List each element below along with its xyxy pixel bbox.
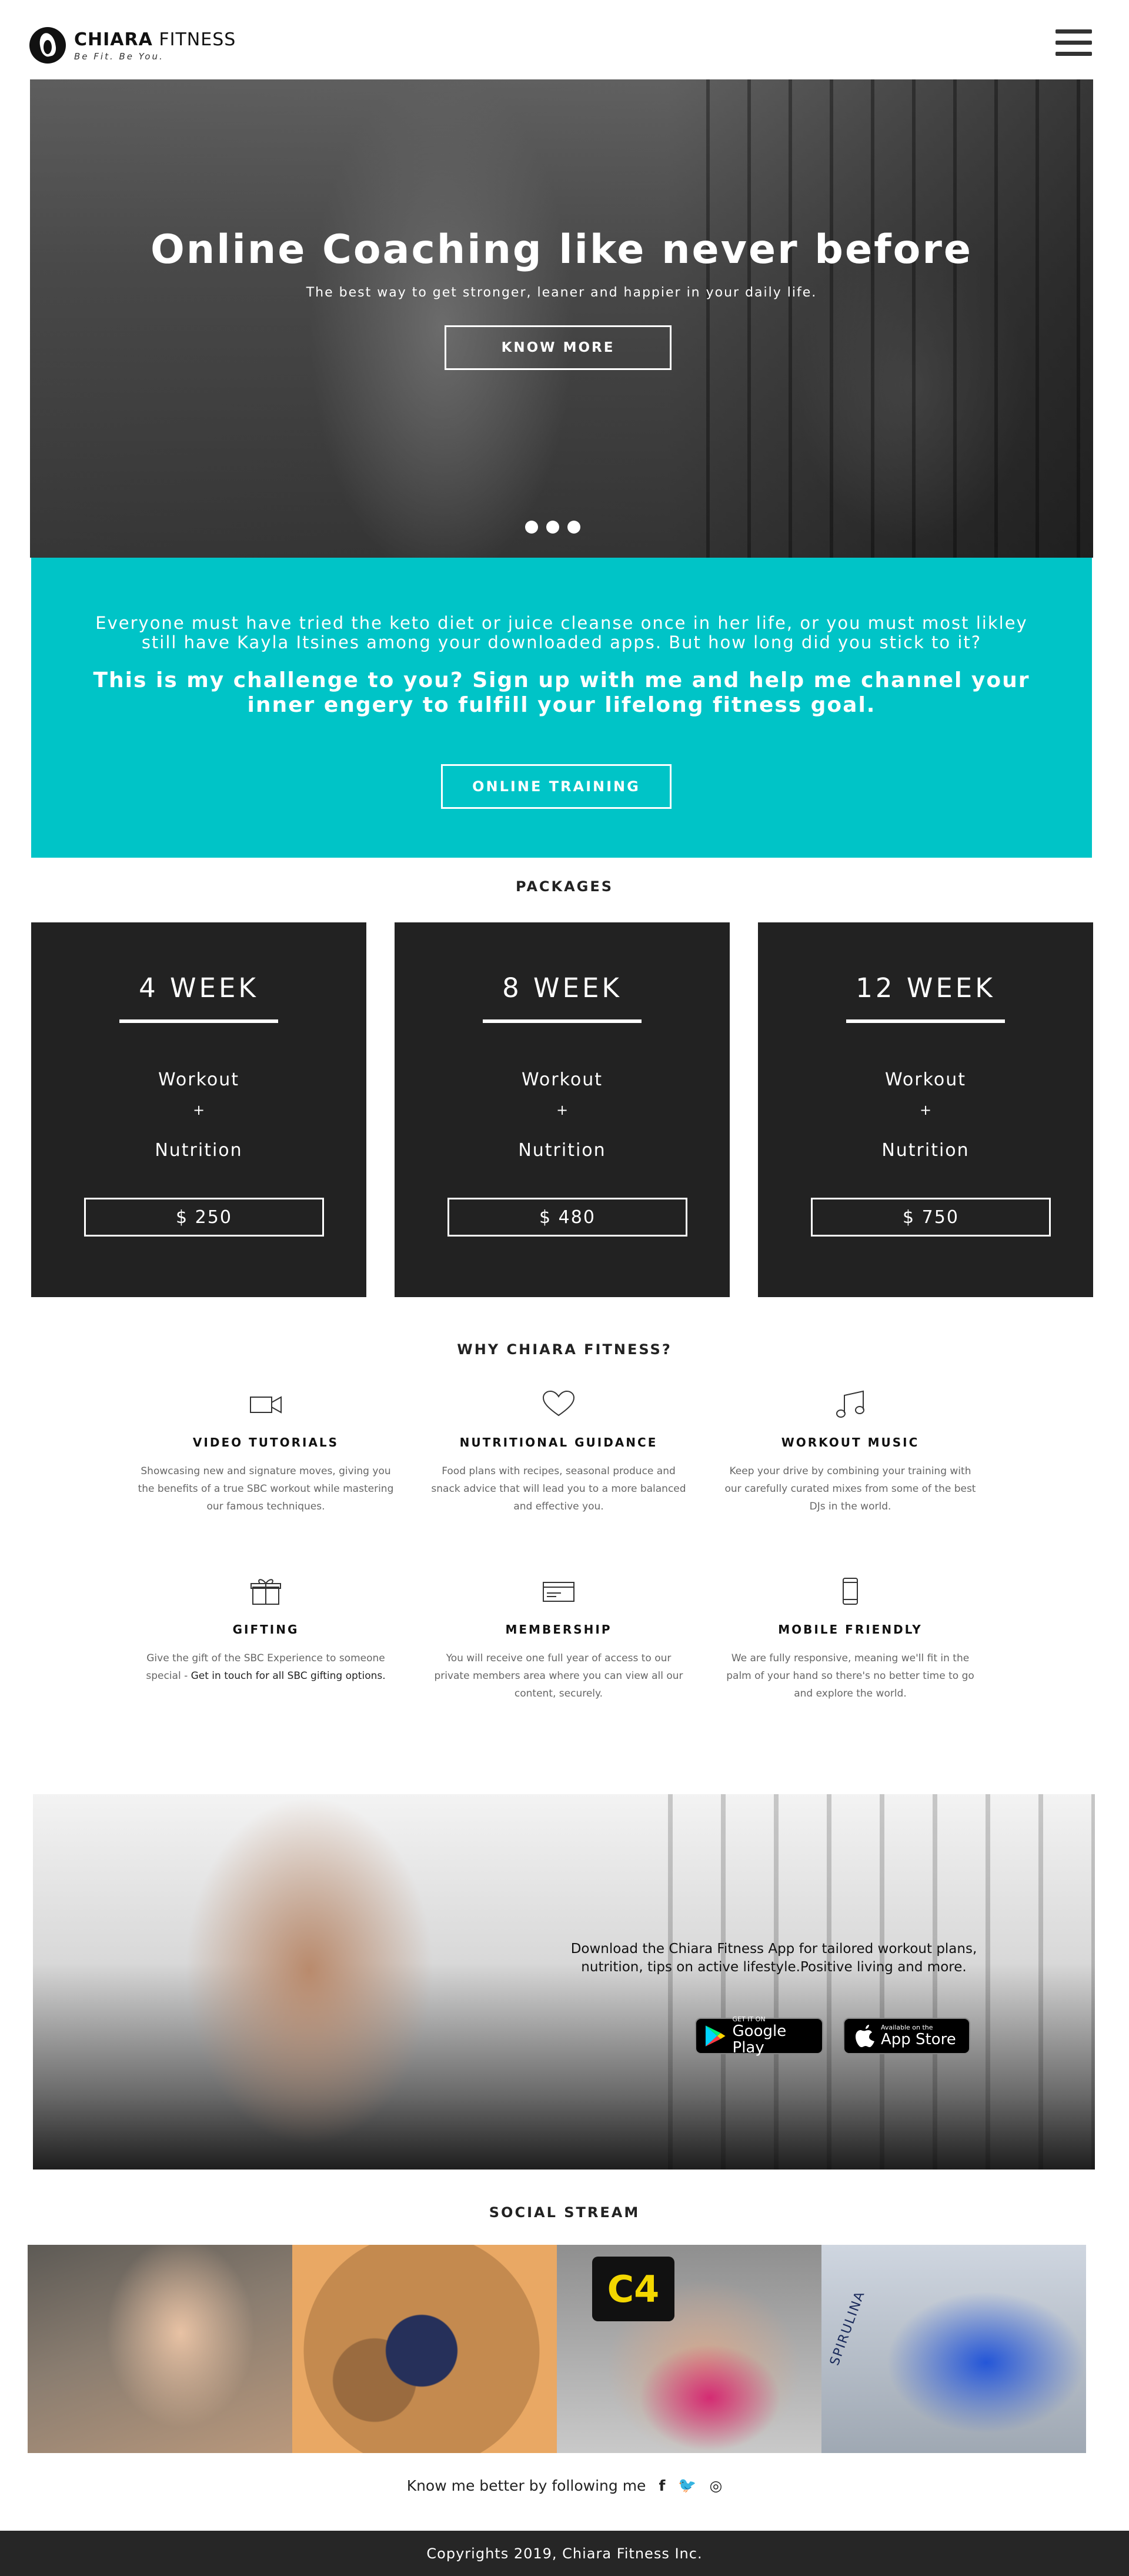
app-store-big: App Store bbox=[881, 2031, 956, 2048]
google-play-big: Google Play bbox=[732, 2022, 787, 2057]
package-price-button[interactable]: $ 250 bbox=[84, 1198, 324, 1237]
brand-name: CHIARA FITNESS bbox=[74, 29, 236, 50]
feature-title: NUTRITIONAL GUIDANCE bbox=[459, 1435, 658, 1449]
footer: Copyrights 2019, Chiara Fitness Inc. bbox=[0, 2531, 1129, 2576]
package-divider bbox=[119, 1019, 278, 1023]
feature-mobile-friendly: MOBILE FRIENDLY We are fully responsive,… bbox=[721, 1577, 980, 1702]
site-header: CHIARA FITNESS Be Fit. Be You. bbox=[0, 0, 1129, 79]
challenge-strong-text: This is my challenge to you? Sign up wit… bbox=[93, 668, 1030, 717]
package-divider bbox=[483, 1019, 642, 1023]
supplement-label: C4 bbox=[592, 2257, 674, 2321]
package-price-button[interactable]: $ 480 bbox=[447, 1198, 687, 1237]
hero-banner: Online Coaching like never before The be… bbox=[30, 79, 1093, 558]
social-photo-3[interactable]: C4 bbox=[557, 2245, 821, 2453]
mobile-phone-icon bbox=[833, 1577, 868, 1606]
hamburger-menu-icon[interactable] bbox=[1055, 29, 1092, 56]
feature-title: MOBILE FRIENDLY bbox=[778, 1622, 923, 1637]
carousel-dot-2[interactable] bbox=[546, 521, 559, 534]
social-photo-4[interactable]: SPIRULINA bbox=[821, 2245, 1086, 2453]
hero-subtitle: The best way to get stronger, leaner and… bbox=[306, 285, 817, 300]
packages-title: PACKAGES bbox=[515, 878, 614, 895]
brand-strong: CHIARA bbox=[74, 29, 153, 50]
app-download-banner: Download the Chiara Fitness App for tail… bbox=[33, 1794, 1095, 2170]
feature-description: You will receive one full year of access… bbox=[434, 1652, 683, 1699]
logo-text: CHIARA FITNESS Be Fit. Be You. bbox=[74, 29, 236, 62]
app-store-button[interactable]: Available on the App Store bbox=[843, 2018, 970, 2054]
feature-nutritional-guidance: NUTRITIONAL GUIDANCE Food plans with rec… bbox=[429, 1389, 688, 1515]
app-background-pillars bbox=[668, 1794, 1095, 2170]
feature-title: WORKOUT MUSIC bbox=[781, 1435, 920, 1449]
package-card-4-week[interactable]: 4 WEEK Workout + Nutrition $ 250 bbox=[31, 922, 366, 1297]
heart-icon bbox=[541, 1389, 576, 1419]
package-workout: Workout bbox=[884, 1069, 967, 1090]
challenge-section: Everyone must have tried the keto diet o… bbox=[31, 558, 1092, 858]
package-plus: + bbox=[556, 1102, 569, 1118]
music-note-icon bbox=[833, 1389, 868, 1419]
logo[interactable]: CHIARA FITNESS Be Fit. Be You. bbox=[29, 25, 236, 66]
challenge-text: Everyone must have tried the keto diet o… bbox=[95, 613, 1028, 652]
apple-icon bbox=[856, 2025, 874, 2047]
online-training-button[interactable]: ONLINE TRAINING bbox=[441, 764, 672, 809]
package-name: 8 WEEK bbox=[502, 972, 622, 1004]
hero-background-railing bbox=[706, 79, 1093, 558]
feature-description: Give the gift of the SBC Experience to s… bbox=[136, 1649, 395, 1685]
feature-video-tutorials: VIDEO TUTORIALS Showcasing new and signa… bbox=[136, 1389, 395, 1515]
package-plus: + bbox=[919, 1102, 932, 1118]
copyright-text: Copyrights 2019, Chiara Fitness Inc. bbox=[426, 2545, 703, 2562]
feature-title: MEMBERSHIP bbox=[505, 1622, 612, 1637]
feature-title: VIDEO TUTORIALS bbox=[192, 1435, 339, 1449]
carousel-dots bbox=[525, 521, 580, 534]
instagram-icon[interactable]: ◎ bbox=[709, 2477, 722, 2494]
video-camera-icon bbox=[248, 1389, 283, 1419]
membership-card-icon bbox=[541, 1577, 576, 1606]
feature-membership: MEMBERSHIP You will receive one full yea… bbox=[429, 1577, 688, 1702]
logo-mark-icon bbox=[29, 27, 66, 64]
feature-description: We are fully responsive, meaning we'll f… bbox=[726, 1652, 974, 1699]
spirulina-label: SPIRULINA bbox=[827, 2288, 869, 2368]
hero-title: Online Coaching like never before bbox=[150, 226, 973, 273]
feature-description: Food plans with recipes, seasonal produc… bbox=[431, 1465, 686, 1512]
google-play-icon bbox=[705, 2025, 726, 2047]
social-title: SOCIAL STREAM bbox=[489, 2204, 640, 2221]
social-photo-2[interactable] bbox=[292, 2245, 557, 2453]
gift-icon bbox=[248, 1577, 283, 1606]
gifting-contact-link[interactable]: Get in touch for all SBC gifting options… bbox=[191, 1670, 386, 1682]
follow-text: Know me better by following me bbox=[406, 2477, 646, 2494]
feature-description: Showcasing new and signature moves, givi… bbox=[138, 1465, 394, 1512]
twitter-icon[interactable]: 🐦 bbox=[678, 2477, 696, 2494]
carousel-dot-1[interactable] bbox=[525, 521, 538, 534]
google-play-label: GET IT ON Google Play bbox=[732, 2016, 822, 2057]
know-more-button[interactable]: KNOW MORE bbox=[445, 325, 672, 370]
package-nutrition: Nutrition bbox=[881, 1140, 970, 1161]
app-store-label: Available on the App Store bbox=[881, 2024, 956, 2048]
package-name: 4 WEEK bbox=[139, 972, 259, 1004]
feature-gifting: GIFTING Give the gift of the SBC Experie… bbox=[136, 1577, 395, 1685]
brand-light: FITNESS bbox=[152, 29, 236, 50]
package-nutrition: Nutrition bbox=[518, 1140, 606, 1161]
package-divider bbox=[846, 1019, 1005, 1023]
facebook-icon[interactable]: f bbox=[659, 2477, 665, 2494]
package-price-button[interactable]: $ 750 bbox=[811, 1198, 1051, 1237]
social-photo-1[interactable] bbox=[28, 2245, 292, 2453]
package-name: 12 WEEK bbox=[856, 972, 996, 1004]
feature-workout-music: WORKOUT MUSIC Keep your drive by combini… bbox=[721, 1389, 980, 1515]
google-play-button[interactable]: GET IT ON Google Play bbox=[695, 2016, 823, 2057]
package-nutrition: Nutrition bbox=[155, 1140, 243, 1161]
why-title: WHY CHIARA FITNESS? bbox=[457, 1341, 672, 1358]
feature-title: GIFTING bbox=[232, 1622, 299, 1637]
app-download-text: Download the Chiara Fitness App for tail… bbox=[570, 1941, 977, 1975]
follow-bar: Know me better by following me f 🐦 ◎ bbox=[0, 2477, 1129, 2494]
package-card-12-week[interactable]: 12 WEEK Workout + Nutrition $ 750 bbox=[758, 922, 1093, 1297]
package-card-8-week[interactable]: 8 WEEK Workout + Nutrition $ 480 bbox=[395, 922, 730, 1297]
feature-description: Keep your drive by combining your traini… bbox=[724, 1465, 976, 1512]
package-workout: Workout bbox=[521, 1069, 603, 1090]
carousel-dot-3[interactable] bbox=[567, 521, 580, 534]
tagline: Be Fit. Be You. bbox=[74, 51, 164, 62]
package-workout: Workout bbox=[158, 1069, 240, 1090]
package-plus: + bbox=[192, 1102, 205, 1118]
